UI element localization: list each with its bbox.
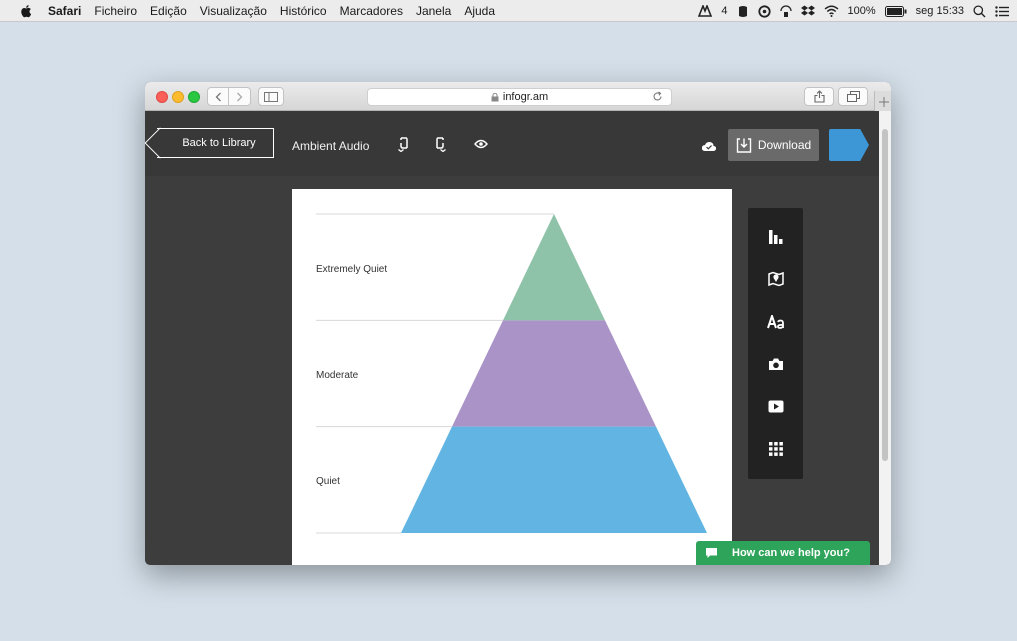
help-chat-label: How can we help you? (732, 547, 850, 559)
address-bar[interactable]: infogr.am (367, 88, 672, 106)
battery-icon[interactable] (884, 5, 907, 17)
menu-bar: Safari Ficheiro Edição Visualização Hist… (0, 0, 1017, 22)
menu-app-name[interactable]: Safari (48, 4, 81, 18)
scrollbar-thumb[interactable] (882, 129, 888, 461)
editor-header: Back to Library Ambient Audio Download (145, 111, 879, 176)
pyramid-segment-quiet[interactable] (401, 426, 707, 533)
sync-icon[interactable] (757, 4, 771, 18)
pyramid-segment-moderate[interactable] (452, 320, 656, 427)
camera-icon[interactable] (766, 354, 786, 374)
pyramid-segment-extremely-quiet[interactable] (503, 214, 605, 321)
grid-icon[interactable] (766, 439, 786, 459)
tabs-icon (846, 91, 860, 102)
chevron-right-icon (237, 92, 243, 101)
title-bar: infogr.am (145, 82, 891, 112)
notification-center-icon[interactable] (995, 5, 1009, 17)
notification-count: 4 (721, 5, 728, 17)
download-button[interactable]: Download (728, 129, 819, 161)
publish-button[interactable] (829, 129, 869, 161)
menu-marcadores[interactable]: Marcadores (340, 4, 403, 18)
dropbox-icon[interactable] (800, 5, 815, 17)
close-window-button[interactable] (156, 91, 168, 103)
download-label: Download (757, 138, 812, 152)
chevron-left-icon (215, 92, 221, 101)
back-to-library-label: Back to Library (182, 137, 256, 149)
airport-icon[interactable] (779, 4, 792, 18)
adobe-status-icon[interactable] (698, 5, 713, 17)
back-nav-button[interactable] (207, 87, 229, 106)
lock-icon (491, 92, 499, 102)
sidebar-icon (264, 91, 278, 102)
share-button[interactable] (804, 87, 834, 106)
menu-historico[interactable]: Histórico (280, 4, 327, 18)
evernote-icon[interactable] (737, 5, 749, 18)
redo-icon[interactable] (433, 136, 449, 152)
menu-ajuda[interactable]: Ajuda (464, 4, 495, 18)
pyramid-label-quiet: Quiet (316, 476, 340, 487)
menu-ficheiro[interactable]: Ficheiro (94, 4, 137, 18)
help-chat-button[interactable]: How can we help you? (696, 541, 870, 565)
pyramid-label-extremely-quiet: Extremely Quiet (316, 264, 388, 275)
menu-visualizacao[interactable]: Visualização (200, 4, 267, 18)
back-to-library-button[interactable]: Back to Library (157, 128, 274, 158)
text-icon[interactable] (766, 312, 786, 332)
apple-icon[interactable] (20, 4, 34, 18)
chat-bubble-icon (706, 548, 717, 558)
cloud-saved-icon (701, 138, 717, 154)
new-tab-button[interactable] (874, 91, 891, 112)
url-text: infogr.am (502, 91, 549, 103)
share-icon (813, 90, 825, 103)
menu-edicao[interactable]: Edição (150, 4, 187, 18)
spotlight-search-icon[interactable] (973, 4, 986, 18)
video-icon[interactable] (766, 396, 786, 416)
wifi-icon[interactable] (824, 5, 839, 17)
show-tabs-button[interactable] (838, 87, 868, 106)
insert-tools-panel (748, 208, 803, 479)
menu-janela[interactable]: Janela (416, 4, 451, 18)
menu-clock[interactable]: seg 15:33 (916, 5, 964, 17)
map-icon[interactable] (766, 269, 786, 289)
undo-icon[interactable] (395, 136, 411, 152)
preview-eye-icon[interactable] (473, 136, 489, 152)
pyramid-label-moderate: Moderate (316, 370, 359, 381)
zoom-window-button[interactable] (188, 91, 200, 103)
minimize-window-button[interactable] (172, 91, 184, 103)
bar-chart-icon[interactable] (766, 227, 786, 247)
browser-window: infogr.am Back to Library Ambient Audio (145, 82, 891, 565)
status-area: 4 100% seg 15:33 (698, 0, 1009, 22)
plus-icon (878, 96, 889, 107)
forward-nav-button[interactable] (229, 87, 251, 106)
infographic-canvas[interactable]: Extremely Quiet Moderate Quiet (292, 189, 732, 565)
reload-icon[interactable] (652, 91, 663, 102)
battery-percent: 100% (847, 5, 876, 17)
download-icon (736, 137, 752, 153)
sidebar-toggle-button[interactable] (258, 87, 284, 106)
document-title[interactable]: Ambient Audio (292, 139, 369, 153)
